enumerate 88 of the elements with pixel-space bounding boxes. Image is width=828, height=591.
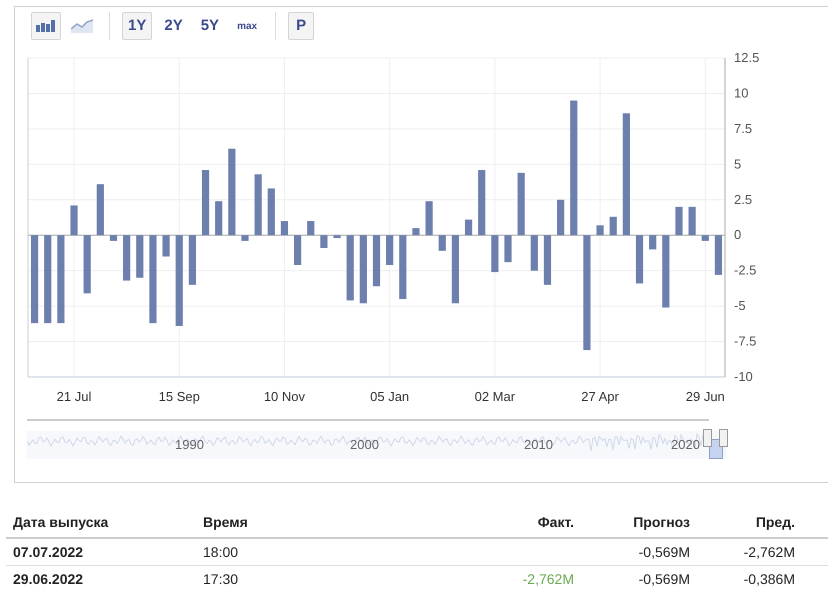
bar (123, 235, 130, 281)
range-button[interactable]: 2Y (158, 12, 189, 40)
bar (294, 235, 302, 265)
y-tick-label: -5 (734, 298, 746, 314)
bar (333, 235, 341, 238)
bar (636, 235, 644, 284)
y-tick-label: 0 (734, 227, 742, 242)
column-header: Факт. (536, 512, 574, 532)
bar (202, 170, 210, 236)
y-tick-label: -2.5 (734, 262, 756, 278)
column-header: Прогноз (632, 512, 690, 532)
bar (360, 235, 367, 304)
bar (452, 235, 459, 304)
bar (96, 184, 104, 236)
bar (478, 170, 486, 236)
bar (307, 221, 314, 236)
bar (518, 172, 525, 236)
bar (110, 235, 118, 241)
y-tick-label: -10 (734, 369, 753, 384)
navigator-year-label: 2000 (350, 438, 379, 451)
bar (254, 174, 262, 236)
x-tick-label: 27 Apr (581, 389, 619, 404)
bar (399, 235, 406, 300)
y-tick-label: 2.5 (734, 192, 752, 207)
range-button[interactable]: 5Y (194, 12, 226, 40)
bar (372, 235, 380, 286)
x-tick-label: 02 Mar (474, 389, 516, 404)
bar (268, 188, 275, 236)
bar (386, 235, 394, 265)
bar (438, 235, 446, 251)
bar (464, 220, 472, 236)
table-cell-text: 18:00 (202, 542, 240, 562)
bar (688, 206, 696, 236)
bar (596, 225, 604, 236)
bar (702, 235, 709, 241)
x-tick-label: 05 Jan (370, 389, 410, 404)
column-header: Пред. (754, 512, 795, 532)
bar (675, 206, 683, 236)
bar-chart-icon (36, 20, 56, 32)
bar (280, 221, 288, 236)
bar (215, 201, 222, 236)
x-tick-label: 21 Jul (56, 389, 92, 404)
x-tick-label: 29 Jun (686, 389, 725, 404)
column-header: Дата выпуска (12, 512, 110, 532)
bar (491, 235, 498, 272)
bar (412, 228, 420, 236)
bar (188, 235, 196, 285)
navigator-year-label: 2010 (524, 438, 553, 451)
bar (162, 235, 170, 256)
bar (241, 235, 249, 241)
bar (70, 205, 78, 236)
bar (320, 235, 328, 248)
table-cell-text: 07.07.2022 (12, 542, 84, 562)
table-cell-text: 29.06.2022 (12, 570, 84, 588)
table-cell-text: -0,569M (638, 570, 690, 588)
bar (714, 235, 722, 275)
range-button[interactable]: 1Y (122, 12, 152, 40)
y-tick-label: -7.5 (734, 334, 756, 349)
x-tick-label: 15 Sep (158, 389, 200, 404)
handle-icon[interactable] (703, 429, 712, 447)
bar (136, 235, 144, 278)
table-cell-text: -0,569M (638, 542, 690, 562)
table-cell-text: -2,762M (742, 542, 795, 562)
bar (649, 235, 656, 250)
bar (610, 216, 617, 236)
y-tick-label: 12.5 (734, 50, 760, 65)
bar (504, 235, 512, 262)
range-button[interactable]: max (231, 12, 264, 40)
handle-icon[interactable] (719, 429, 728, 447)
bar (426, 201, 433, 236)
y-tick-label: 10 (734, 85, 748, 100)
p-button[interactable]: P (288, 12, 314, 40)
bar (346, 235, 354, 300)
navigator-year-label: 1990 (175, 438, 204, 451)
table-cell: -2,762M (522, 570, 574, 586)
table-cell-text: 17:30 (202, 570, 240, 588)
bar (84, 235, 91, 294)
column-header: Время (202, 512, 249, 532)
bar (557, 200, 564, 236)
navigator-year-label: 2020 (671, 438, 700, 451)
bar (530, 235, 538, 271)
bar (544, 235, 552, 285)
table-cell-text: -0,386M (742, 570, 795, 588)
area-chart-icon (71, 19, 93, 33)
chart-type-button[interactable] (31, 12, 61, 40)
y-tick-label: 7.5 (734, 120, 752, 136)
y-tick-label: 5 (734, 156, 742, 172)
x-tick-label: 10 Nov (264, 389, 306, 404)
